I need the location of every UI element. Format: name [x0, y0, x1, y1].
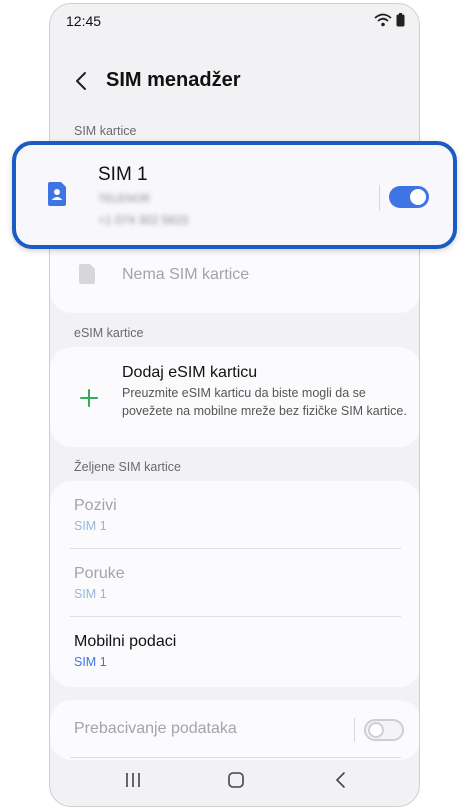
back-button[interactable] [70, 69, 94, 93]
preferred-sim-card: Pozivi SIM 1 Poruke SIM 1 Mobilni podaci… [50, 481, 419, 687]
battery-icon [396, 13, 405, 32]
section-label-preferred: Željene SIM kartice [74, 460, 181, 474]
sim1-toggle[interactable] [389, 186, 429, 208]
home-button[interactable] [221, 768, 251, 792]
toggle-knob [410, 189, 426, 205]
calls-label: Pozivi [74, 497, 117, 514]
back-nav-icon [335, 772, 345, 788]
home-icon [228, 772, 244, 788]
section-label-esim: eSIM kartice [74, 326, 144, 340]
messages-label: Poruke [74, 565, 125, 582]
sim-card-icon [46, 181, 68, 212]
sim1-number: +1 074 302 5815 [98, 213, 189, 227]
recent-apps-button[interactable] [118, 768, 148, 792]
mobile-data-value: SIM 1 [74, 655, 107, 669]
status-bar: 12:45 [50, 4, 419, 36]
app-header: SIM menadžer [50, 59, 419, 103]
sim2-row[interactable]: Nema SIM kartice [50, 249, 419, 309]
recent-apps-icon [126, 773, 140, 787]
preferred-messages-row[interactable]: Poruke SIM 1 [50, 549, 419, 616]
plus-icon [79, 388, 99, 413]
preferred-mobile-data-row[interactable]: Mobilni podaci SIM 1 [50, 617, 419, 684]
add-esim-row[interactable]: Dodaj eSIM karticu Preuzmite eSIM kartic… [50, 347, 419, 447]
sim-card-icon [77, 263, 97, 290]
chevron-left-icon [76, 72, 86, 90]
preferred-calls-row[interactable]: Pozivi SIM 1 [50, 481, 419, 548]
sim1-row[interactable]: SIM 1 TELENOR +1 074 302 5815 [12, 141, 457, 249]
sim1-carrier: TELENOR [98, 193, 150, 205]
sim2-label: Nema SIM kartice [122, 266, 250, 283]
phone-screen: 12:45 SIM menadžer SIM kartice Nema SIM … [49, 3, 420, 807]
back-nav-button[interactable] [326, 768, 356, 792]
data-switching-label: Prebacivanje podataka [74, 720, 237, 737]
toggle-knob [368, 722, 384, 738]
data-switching-card: Prebacivanje podataka [50, 700, 419, 760]
page-title: SIM menadžer [106, 69, 241, 91]
calls-value: SIM 1 [74, 519, 107, 533]
add-esim-description: Preuzmite eSIM karticu da biste mogli da… [122, 386, 407, 418]
wifi-icon [374, 13, 392, 32]
data-switching-toggle[interactable] [364, 719, 404, 741]
navigation-bar [50, 754, 419, 806]
section-label-sim-cards: SIM kartice [74, 124, 137, 138]
status-time: 12:45 [66, 13, 102, 29]
messages-value: SIM 1 [74, 587, 107, 601]
sim1-name: SIM 1 [98, 164, 148, 185]
divider-vertical [354, 718, 355, 742]
mobile-data-label: Mobilni podaci [74, 633, 177, 650]
divider-vertical [379, 185, 380, 211]
status-icons [374, 13, 405, 32]
add-esim-title: Dodaj eSIM karticu [122, 364, 258, 381]
